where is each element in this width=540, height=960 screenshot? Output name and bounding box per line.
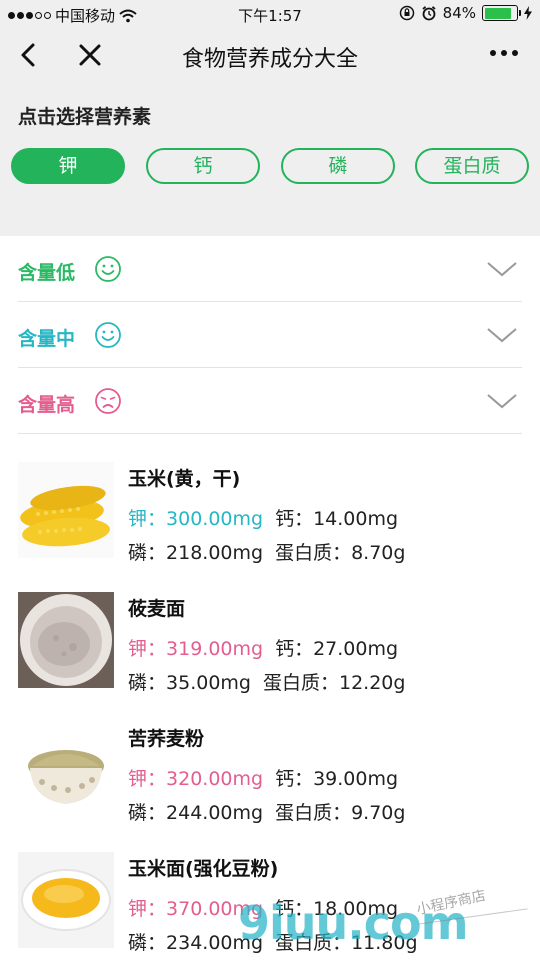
battery-percent: 84% <box>442 4 476 22</box>
rotation-lock-icon <box>399 5 414 21</box>
food-name: 玉米(黄，干) <box>128 468 241 490</box>
cornmeal-photo <box>18 852 114 948</box>
potassium-value: 320.00mg <box>166 768 264 790</box>
level-label-low: 含量低 <box>18 262 76 284</box>
protein-value: 11.80g <box>351 932 418 954</box>
chip-calcium[interactable]: 钙 <box>146 148 260 184</box>
corn-photo <box>18 462 114 558</box>
page-title: 食物营养成分大全 <box>181 47 358 72</box>
sad-face-icon <box>95 388 121 414</box>
food-name: 莜麦面 <box>128 598 186 620</box>
calcium-label: 钙： <box>275 508 314 530</box>
chevron-down-icon <box>487 394 517 409</box>
phosphorus-value: 234.00mg <box>166 932 264 954</box>
potassium-label: 钾： <box>128 508 167 530</box>
selector-label: 点击选择营养素 <box>18 106 152 128</box>
chip-potassium[interactable]: 钾 <box>11 148 125 184</box>
food-line-2: 磷：35.00mg 蛋白质：12.20g <box>128 668 405 695</box>
calcium-value: 18.00mg <box>313 898 399 920</box>
food-line-1: 钾：319.00mg 钙：27.00mg <box>128 634 398 661</box>
protein-label: 蛋白质： <box>275 542 352 564</box>
food-line-2: 磷：244.00mg 蛋白质：9.70g <box>128 798 405 825</box>
battery-level <box>484 7 511 19</box>
food-line-1: 钾：370.00mg 钙：18.00mg <box>128 894 398 921</box>
phosphorus-value: 35.00mg <box>166 672 251 694</box>
phosphorus-label: 磷： <box>128 932 167 954</box>
food-line-2: 磷：234.00mg 蛋白质：11.80g <box>128 928 418 955</box>
potassium-label: 钾： <box>128 898 167 920</box>
calcium-label: 钙： <box>275 898 314 920</box>
list-item[interactable]: 玉米面(强化豆粉) 钾：370.00mg 钙：18.00mg 磷：234.00mg… <box>0 840 540 960</box>
food-line-1: 钾：300.00mg 钙：14.00mg <box>128 504 398 531</box>
accordion-mid[interactable]: 含量中 <box>18 302 522 368</box>
calcium-value: 14.00mg <box>313 508 399 530</box>
chevron-down-icon <box>487 262 517 277</box>
accordion-high[interactable]: 含量高 <box>18 368 522 434</box>
oat-flour-photo <box>18 592 114 688</box>
food-name: 玉米面(强化豆粉) <box>128 858 279 880</box>
potassium-value: 319.00mg <box>166 638 264 660</box>
navigation-bar: 食物营养成分大全 <box>0 28 540 84</box>
calcium-value: 27.00mg <box>313 638 399 660</box>
potassium-value: 370.00mg <box>166 898 264 920</box>
phosphorus-value: 218.00mg <box>166 542 264 564</box>
chip-phosphorus[interactable]: 磷 <box>281 148 395 184</box>
buckwheat-flour-photo <box>18 722 114 818</box>
protein-value: 9.70g <box>351 802 406 824</box>
list-item[interactable]: 苦荞麦粉 钾：320.00mg 钙：39.00mg 磷：244.00mg 蛋白质：9… <box>0 710 540 840</box>
protein-label: 蛋白质： <box>262 672 339 694</box>
food-line-1: 钾：320.00mg 钙：39.00mg <box>128 764 398 791</box>
potassium-label: 钾： <box>128 638 167 660</box>
food-line-2: 磷：218.00mg 蛋白质：8.70g <box>128 538 405 565</box>
protein-value: 12.20g <box>339 672 406 694</box>
battery-icon <box>482 5 521 21</box>
protein-value: 8.70g <box>351 542 406 564</box>
potassium-value: 300.00mg <box>166 508 264 530</box>
level-label-mid: 含量中 <box>18 328 76 350</box>
accordion-low[interactable]: 含量低 <box>18 236 522 302</box>
level-label-high: 含量高 <box>18 394 76 416</box>
phosphorus-label: 磷： <box>128 542 167 564</box>
chip-protein[interactable]: 蛋白质 <box>415 148 529 184</box>
nutrient-selector: 点击选择营养素 钾 钙 磷 蛋白质 <box>0 84 540 236</box>
protein-label: 蛋白质： <box>275 802 352 824</box>
status-bar: 中国移动 下午1:57 84% <box>0 0 540 28</box>
list-item[interactable]: 玉米(黄，干) 钾：300.00mg 钙：14.00mg 磷：218.00mg 蛋白… <box>0 450 540 580</box>
alarm-icon <box>422 6 436 21</box>
chevron-down-icon <box>487 328 517 343</box>
protein-label: 蛋白质： <box>275 932 352 954</box>
phosphorus-label: 磷： <box>128 672 167 694</box>
potassium-label: 钾： <box>128 768 167 790</box>
smile-face-icon <box>95 322 121 348</box>
calcium-label: 钙： <box>275 768 314 790</box>
food-list: 玉米(黄，干) 钾：300.00mg 钙：14.00mg 磷：218.00mg 蛋白… <box>0 450 540 960</box>
charging-bolt-icon <box>524 6 532 20</box>
calcium-value: 39.00mg <box>313 768 399 790</box>
phosphorus-label: 磷： <box>128 802 167 824</box>
more-options-icon[interactable] <box>490 50 518 56</box>
phosphorus-value: 244.00mg <box>166 802 264 824</box>
calcium-label: 钙： <box>275 638 314 660</box>
smile-face-icon <box>95 256 121 282</box>
status-right: 84% <box>399 4 532 22</box>
food-name: 苦荞麦粉 <box>128 728 205 750</box>
level-accordion: 含量低 含量中 含量高 <box>0 236 540 434</box>
list-item[interactable]: 莜麦面 钾：319.00mg 钙：27.00mg 磷：35.00mg 蛋白质：12.… <box>0 580 540 710</box>
